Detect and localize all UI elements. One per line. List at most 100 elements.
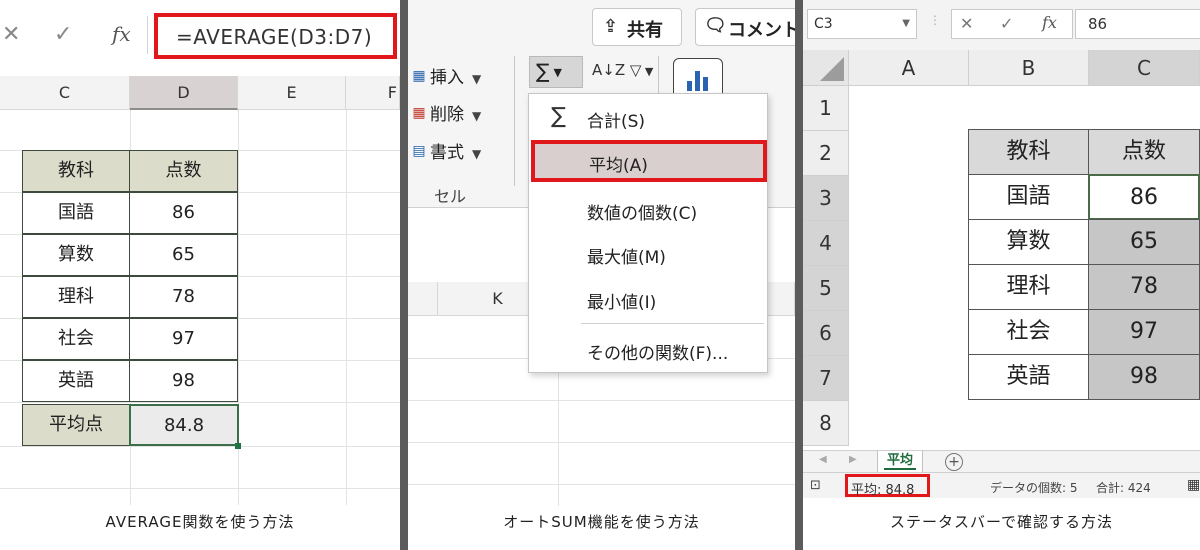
row-header[interactable]: 1 [803,86,849,131]
table-cell-subject[interactable]: 算数 [22,234,130,276]
table-cell-score[interactable]: 98 [129,360,238,402]
caption: AVERAGE関数を使う方法 [105,513,295,531]
autosum-dropdown-menu: ∑ 合計(S) 平均(A) 数値の個数(C) 最大値(M) 最小値(I) その他… [528,93,768,373]
menu-item-average[interactable]: 平均(A) [531,140,767,182]
sort-icon: A↓Z [592,61,626,79]
panel-divider [795,0,803,550]
format-icon: ▤ [412,143,426,159]
formula-input[interactable]: 86 [1075,9,1200,39]
menu-item-count[interactable]: 数値の個数(C) [529,189,767,231]
table-header-score[interactable]: 点数 [129,150,238,192]
row-header[interactable]: 7 [803,356,849,401]
chevron-down-icon: ▼ [902,18,910,29]
column-header[interactable] [408,282,438,316]
more-icon: ⋮ [929,13,941,27]
format-button[interactable]: ▤ 書式 ▼ [408,138,481,163]
table-header-subject[interactable]: 教科 [968,129,1089,175]
menu-item-max[interactable]: 最大値(M) [529,233,767,275]
status-bar-panel: C3 ▼ ⋮ ✕ ✓ fx 86 A B C 1 2 3 4 5 6 7 8 教… [803,0,1200,550]
table-cell-score[interactable]: 97 [1088,309,1200,355]
chevron-left-icon[interactable]: ◀ [819,454,827,465]
row-header[interactable]: 3 [803,176,849,221]
chevron-down-icon: ▼ [472,72,482,86]
table-cell-subject[interactable]: 社会 [968,309,1089,355]
average-label-cell[interactable]: 平均点 [22,404,130,446]
status-average: 平均: 84.8 [845,474,930,498]
table-cell-subject[interactable]: 理科 [22,276,130,318]
name-box[interactable]: C3 ▼ [807,9,917,39]
fx-icon[interactable]: fx [1042,13,1057,32]
table-header-score[interactable]: 点数 [1088,129,1200,175]
column-header-d[interactable]: D [130,76,238,110]
comment-button[interactable]: 🗨 コメント [695,8,795,46]
enter-icon[interactable]: ✓ [54,22,72,47]
menu-item-min[interactable]: 最小値(I) [529,278,767,320]
chart-icon [687,71,709,91]
status-bar: ⊡ 平均: 84.8 データの個数: 5 合計: 424 ▦ [803,472,1200,498]
table-cell-subject[interactable]: 算数 [968,219,1089,265]
formula-bar: C3 ▼ ⋮ ✕ ✓ fx 86 [803,0,1200,50]
table-cell-subject[interactable]: 英語 [968,354,1089,400]
cells-group-label: セル [434,187,467,206]
row-header[interactable]: 2 [803,131,849,176]
average-value-cell[interactable]: 84.8 [129,404,239,446]
format-label: 書式 [430,143,464,163]
autosum-panel: ⇪ 共有 🗨 コメント ▦ 挿入 ▼ ▦ 削除 ▼ ▤ 書式 ▼ セル ∑ ▼ A↓Z ▽ ▼ [408,0,795,550]
panel-divider [400,0,408,550]
column-header-b[interactable]: B [969,50,1089,86]
insert-label: 挿入 [430,68,464,88]
column-header-a[interactable]: A [849,50,969,86]
accessibility-icon[interactable]: ⊡ [810,478,821,493]
row-header[interactable]: 8 [803,401,849,446]
normal-view-icon[interactable]: ▦ [1187,477,1200,493]
menu-item-more-functions[interactable]: その他の関数(F)... [529,329,767,371]
row-header[interactable]: 4 [803,221,849,266]
menu-item-label: その他の関数(F)... [587,344,729,364]
table-cell-score[interactable]: 78 [129,276,238,318]
delete-button[interactable]: ▦ 削除 ▼ [408,100,481,125]
enter-icon[interactable]: ✓ [1000,14,1013,33]
sheet-tab-average[interactable]: 平均 [877,451,923,473]
chevron-down-icon: ▼ [472,147,482,161]
column-header-f[interactable]: F [346,76,400,110]
fill-handle[interactable] [235,443,241,449]
column-header-e[interactable]: E [238,76,346,110]
fx-icon[interactable]: fx [112,22,131,46]
autosum-button[interactable]: ∑ ▼ [529,56,583,88]
delete-icon: ▦ [412,105,426,121]
table-cell-score-active[interactable]: 86 [1088,174,1200,220]
share-button[interactable]: ⇪ 共有 [592,8,682,46]
chevron-down-icon: ▼ [553,66,562,79]
cancel-icon[interactable]: ✕ [960,14,973,33]
table-cell-score[interactable]: 97 [129,318,238,360]
table-cell-subject[interactable]: 国語 [22,192,130,234]
table-cell-subject[interactable]: 理科 [968,264,1089,310]
cancel-icon[interactable]: ✕ [2,22,20,47]
table-cell-score[interactable]: 98 [1088,354,1200,400]
table-cell-subject[interactable]: 社会 [22,318,130,360]
row-header[interactable]: 6 [803,311,849,356]
chevron-right-icon[interactable]: ▶ [849,454,857,465]
gridline [408,484,795,485]
table-cell-score[interactable]: 86 [129,192,238,234]
status-count: データの個数: 5 [990,481,1078,495]
table-cell-score[interactable]: 65 [1088,219,1200,265]
add-sheet-icon[interactable]: + [945,453,963,471]
sigma-icon: ∑ [551,104,566,129]
select-all-corner[interactable] [803,50,849,86]
menu-item-sum[interactable]: ∑ 合計(S) [529,97,767,139]
column-header-c[interactable]: C [0,76,130,110]
table-header-subject[interactable]: 教科 [22,150,130,192]
ribbon-divider [514,56,515,186]
column-header-c[interactable]: C [1089,50,1200,86]
share-icon: ⇪ [603,16,619,37]
table-cell-score[interactable]: 65 [129,234,238,276]
gridline [408,400,795,401]
table-cell-score[interactable]: 78 [1088,264,1200,310]
table-cell-subject[interactable]: 英語 [22,360,130,402]
row-header[interactable]: 5 [803,266,849,311]
insert-button[interactable]: ▦ 挿入 ▼ [408,63,481,88]
table-cell-subject[interactable]: 国語 [968,174,1089,220]
sort-filter-button[interactable]: A↓Z ▽ ▼ [592,61,653,79]
formula-input[interactable]: =AVERAGE(D3:D7) [154,13,397,59]
